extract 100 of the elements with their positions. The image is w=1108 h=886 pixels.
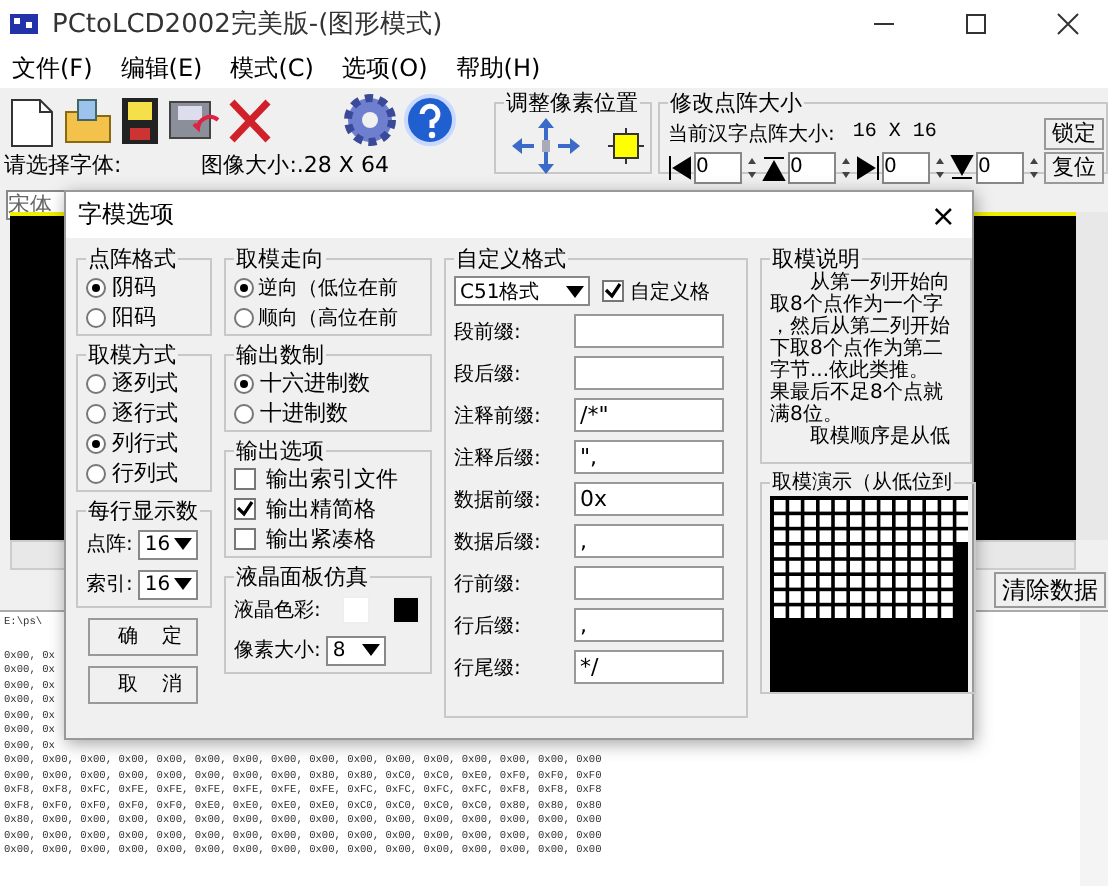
close-icon[interactable] — [1056, 12, 1080, 36]
radio-button[interactable] — [234, 277, 254, 297]
number-dropdown[interactable]: 16 — [138, 529, 199, 559]
image-size-label: 图像大小:.28 X 64 — [201, 150, 389, 180]
spinner-field[interactable]: 0 — [694, 151, 742, 183]
field-label: 像素大小: — [234, 637, 321, 664]
lock-button[interactable]: 锁定 — [1044, 117, 1104, 149]
description-text: ，然后从第二列开始 — [770, 316, 952, 338]
group-title: 取模说明 — [770, 246, 862, 272]
field-label: 液晶色彩: — [234, 597, 321, 624]
radio-button[interactable] — [234, 403, 254, 423]
radio-button[interactable] — [86, 403, 106, 423]
clear-data-button[interactable]: 清除数据 — [994, 572, 1106, 608]
maximize-icon[interactable] — [964, 12, 988, 36]
group-title: 点阵格式 — [86, 246, 178, 272]
option-label: 顺向（高位在前 — [258, 305, 398, 331]
center-square-icon[interactable] — [608, 128, 644, 164]
checkbox[interactable] — [234, 528, 256, 550]
text-field[interactable]: ", — [574, 440, 724, 474]
format-dropdown[interactable]: C51格式 — [454, 276, 590, 306]
text-field[interactable]: */ — [574, 650, 724, 684]
field-label: 行尾缀: — [454, 655, 523, 681]
scrollbar[interactable] — [1076, 212, 1108, 540]
radio-button[interactable] — [234, 373, 254, 393]
checkbox[interactable] — [602, 280, 624, 302]
text-field[interactable]: /*" — [574, 398, 724, 432]
option-label: 阳码 — [112, 302, 156, 332]
help-icon[interactable] — [402, 91, 458, 147]
dialog-button[interactable]: 取消 — [88, 666, 198, 704]
text-field[interactable] — [574, 566, 724, 600]
dialog-button[interactable]: 确定 — [88, 618, 198, 656]
pixel-size-dropdown[interactable]: 8 — [326, 635, 387, 665]
text-field[interactable] — [574, 314, 724, 348]
description-text: 满8位。 — [770, 404, 843, 426]
description-text: 字节...依此类推。 — [770, 360, 930, 382]
checkbox[interactable] — [234, 498, 256, 520]
option-label: 十进制数 — [260, 398, 348, 428]
spinner-field[interactable]: 0 — [882, 151, 930, 183]
radio-button[interactable] — [86, 373, 106, 393]
radio-button[interactable] — [86, 463, 106, 483]
option-label: 逐行式 — [112, 398, 178, 428]
description-text: 取模顺序是从低 — [808, 426, 952, 448]
radio-button[interactable] — [86, 307, 106, 327]
window-title: PCtoLCD2002完美版-(图形模式) — [52, 8, 443, 42]
group-title: 自定义格式 — [454, 246, 568, 272]
close-button[interactable]: × — [930, 197, 956, 233]
radio-button[interactable] — [86, 433, 106, 453]
text-field[interactable]: , — [574, 524, 724, 558]
settings-icon[interactable] — [342, 91, 398, 147]
spinner-field[interactable]: 0 — [976, 151, 1024, 183]
number-dropdown[interactable]: 16 — [138, 569, 199, 599]
current-size-label: 当前汉字点阵大小: — [668, 121, 835, 147]
field-label: 段后缀: — [454, 361, 523, 387]
field-label: 索引: — [86, 571, 133, 598]
option-label: 逆向（低位在前 — [258, 275, 398, 301]
option-label: 阴码 — [112, 272, 156, 302]
description-text: 取8个点作为一个字 — [770, 294, 945, 316]
group-title: 修改点阵大小 — [668, 90, 804, 116]
edge-arrow-icon — [668, 153, 692, 181]
dropdown-arrow-icon — [566, 285, 584, 297]
menu-item[interactable]: 模式(C) — [230, 51, 314, 85]
menu-item[interactable]: 编辑(E) — [120, 51, 203, 85]
font-label: 请选择字体: — [4, 150, 122, 180]
dialog-title: 字模选项 — [78, 198, 174, 232]
spinner-field[interactable]: 0 — [788, 151, 836, 183]
option-label: 输出索引文件 — [266, 464, 398, 494]
checkbox[interactable] — [234, 468, 256, 490]
current-size-value: 16 X 16 — [852, 122, 939, 144]
group-title: 液晶面板仿真 — [234, 564, 370, 590]
option-label: 行列式 — [112, 458, 178, 488]
group-title: 调整像素位置 — [504, 90, 640, 116]
group-title: 取模方式 — [86, 342, 178, 368]
menu-item[interactable]: 帮助(H) — [455, 51, 541, 85]
edge-arrow-icon — [762, 153, 786, 181]
field-label: 注释后缀: — [454, 445, 543, 471]
color-swatch[interactable] — [392, 596, 421, 624]
field-label: 行后缀: — [454, 613, 523, 639]
radio-button[interactable] — [86, 277, 106, 297]
group-title: 输出选项 — [234, 438, 326, 464]
checkbox-label: 自定义格 — [630, 279, 710, 305]
group-title: 取模走向 — [234, 246, 326, 272]
scrollbar[interactable] — [1080, 612, 1108, 886]
text-field[interactable] — [574, 356, 724, 390]
radio-button[interactable] — [234, 307, 254, 327]
field-label: 注释前缀: — [454, 403, 543, 429]
menu-item[interactable]: 选项(O) — [341, 51, 428, 85]
field-label: 数据后缀: — [454, 529, 543, 555]
option-label: 输出紧凑格 — [266, 524, 376, 554]
menu-item[interactable]: 文件(F) — [12, 51, 93, 85]
reset-button[interactable]: 复位 — [1044, 151, 1104, 183]
description-text: 从第一列开始向 — [808, 272, 952, 294]
dropdown-arrow-icon — [174, 578, 193, 590]
option-label: 输出精简格 — [266, 494, 376, 524]
text-field[interactable]: 0x — [574, 482, 724, 516]
app-icon — [8, 10, 40, 38]
field-label: 段前缀: — [454, 319, 523, 345]
text-field[interactable]: , — [574, 608, 724, 642]
description-text: 下取8个点作为第二 — [770, 338, 945, 360]
edge-arrow-icon — [950, 153, 974, 181]
dropdown-arrow-icon — [362, 644, 381, 656]
